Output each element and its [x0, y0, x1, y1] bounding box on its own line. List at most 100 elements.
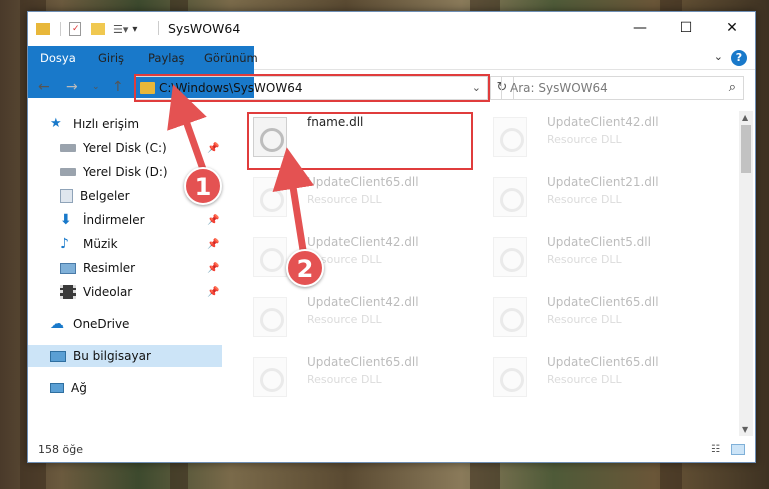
search-icon: ⌕ [728, 80, 736, 95]
file-name: UpdateClient65.dll [547, 355, 659, 369]
file-name: UpdateClient42.dll [307, 295, 419, 309]
file-type: Resource DLL [547, 313, 622, 326]
pin-icon: 📌 [207, 262, 220, 274]
sidebar-item-quick-access[interactable]: ★ Hızlı erişim [28, 113, 222, 135]
file-item[interactable]: UpdateClient42.dll Resource DLL [247, 291, 473, 343]
sidebar-item-label: Ağ [71, 381, 87, 395]
details-view-icon[interactable]: ☷ [711, 444, 725, 455]
sidebar-item-label: Yerel Disk (C:) [83, 141, 167, 155]
dll-file-icon [253, 177, 287, 217]
title-separator [158, 21, 159, 35]
search-box[interactable]: Ara: SysWOW64 ⌕ [501, 76, 744, 100]
drive-icon [60, 168, 76, 176]
window-title: SysWOW64 [168, 21, 241, 36]
sidebar-item-label: Yerel Disk (D:) [83, 165, 168, 179]
sidebar-item-downloads[interactable]: ⬇ İndirmeler 📌 [28, 209, 222, 231]
sidebar-item-local-disk-c[interactable]: Yerel Disk (C:) 📌 [28, 137, 222, 159]
file-name: UpdateClient42.dll [547, 115, 659, 129]
large-icons-view-icon[interactable] [731, 444, 745, 455]
separator [60, 22, 61, 36]
search-placeholder: Ara: SysWOW64 [510, 81, 608, 95]
file-name: UpdateClient65.dll [547, 295, 659, 309]
file-item[interactable]: UpdateClient42.dll Resource DLL [247, 231, 473, 283]
maximize-button[interactable]: ☐ [663, 12, 709, 44]
dll-file-icon [253, 357, 287, 397]
sidebar-item-pictures[interactable]: Resimler 📌 [28, 257, 222, 279]
dll-file-icon [493, 177, 527, 217]
music-icon: ♪ [60, 236, 69, 252]
sidebar-item-label: Belgeler [80, 189, 130, 203]
dll-file-icon [253, 237, 287, 277]
file-item[interactable]: UpdateClient65.dll Resource DLL [247, 171, 473, 223]
recent-locations-icon[interactable]: ⌄ [92, 82, 100, 92]
dll-file-icon [493, 297, 527, 337]
file-name: UpdateClient65.dll [307, 355, 419, 369]
quick-access-toolbar: ✓ ☰▾ ▾ [36, 21, 137, 37]
status-bar: 158 öğe ☷ [28, 438, 755, 462]
new-folder-icon[interactable] [91, 23, 105, 35]
up-arrow-icon[interactable]: ↑ [112, 79, 124, 95]
explorer-window: ✓ ☰▾ ▾ SysWOW64 — ☐ ✕ Dosya Giriş Paylaş… [27, 11, 756, 463]
file-type: Resource DLL [547, 133, 622, 146]
close-button[interactable]: ✕ [709, 12, 755, 44]
vertical-scrollbar[interactable]: ▲ ▼ [739, 111, 753, 436]
view-options-icon[interactable]: ☰▾ [113, 23, 128, 36]
file-type: Resource DLL [547, 193, 622, 206]
address-highlight-box [134, 74, 490, 102]
pictures-icon [60, 262, 76, 274]
step-badge-1: 1 [184, 167, 222, 205]
file-item[interactable]: UpdateClient42.dll Resource DLL [487, 111, 713, 163]
ribbon-expand-icon[interactable]: ⌄ [714, 50, 723, 63]
pin-icon: 📌 [207, 238, 220, 250]
file-type: Resource DLL [547, 373, 622, 386]
tab-share[interactable]: Paylaş [136, 46, 197, 70]
file-item[interactable]: UpdateClient65.dll Resource DLL [247, 351, 473, 403]
sidebar-item-this-pc[interactable]: Bu bilgisayar [28, 345, 222, 367]
video-icon [60, 285, 76, 299]
file-item[interactable]: UpdateClient65.dll Resource DLL [487, 291, 713, 343]
file-name: UpdateClient65.dll [307, 175, 419, 189]
dll-file-icon [493, 117, 527, 157]
folder-icon [36, 23, 50, 35]
sidebar-item-music[interactable]: ♪ Müzik 📌 [28, 233, 222, 255]
file-item[interactable]: UpdateClient65.dll Resource DLL [487, 351, 713, 403]
help-button[interactable]: ? [731, 50, 747, 66]
file-type: Resource DLL [307, 313, 382, 326]
scroll-down-icon[interactable]: ▼ [742, 425, 748, 434]
properties-icon[interactable]: ✓ [69, 22, 81, 36]
scroll-up-icon[interactable]: ▲ [742, 113, 748, 122]
file-type: Resource DLL [547, 253, 622, 266]
tab-home[interactable]: Giriş [86, 46, 136, 70]
star-icon: ★ [50, 116, 62, 131]
ribbon-tabs: Dosya Giriş Paylaş Görünüm ⌄ ? [28, 46, 755, 98]
file-highlight-box [247, 112, 473, 170]
forward-arrow-icon[interactable]: → [66, 79, 78, 95]
scrollbar-thumb[interactable] [741, 125, 751, 173]
sidebar-item-label: İndirmeler [83, 213, 145, 227]
pin-icon: 📌 [207, 286, 220, 298]
tab-view[interactable]: Görünüm [192, 46, 270, 70]
sidebar-item-label: Hızlı erişim [73, 117, 140, 131]
download-icon: ⬇ [60, 212, 72, 228]
sidebar-item-label: Bu bilgisayar [73, 349, 151, 363]
sidebar-item-label: Resimler [83, 261, 136, 275]
pin-icon: 📌 [207, 214, 220, 226]
navigation-pane: ★ Hızlı erişim Yerel Disk (C:) 📌 Yerel D… [28, 111, 223, 436]
dll-file-icon [493, 357, 527, 397]
dll-file-icon [493, 237, 527, 277]
sidebar-item-videos[interactable]: Videolar 📌 [28, 281, 222, 303]
minimize-button[interactable]: — [617, 12, 663, 44]
customize-toolbar-icon[interactable]: ▾ [132, 24, 137, 35]
file-item[interactable]: UpdateClient5.dll Resource DLL [487, 231, 713, 283]
sidebar-item-network[interactable]: Ağ [28, 377, 222, 399]
file-name: UpdateClient42.dll [307, 235, 419, 249]
back-arrow-icon[interactable]: ← [38, 79, 50, 95]
file-item[interactable]: UpdateClient21.dll Resource DLL [487, 171, 713, 223]
documents-icon [60, 189, 73, 203]
sidebar-item-onedrive[interactable]: ☁ OneDrive [28, 313, 222, 335]
file-type: Resource DLL [307, 193, 382, 206]
item-count: 158 öğe [38, 443, 83, 456]
computer-icon [50, 350, 66, 362]
sidebar-item-label: OneDrive [73, 317, 130, 331]
network-icon [50, 383, 64, 393]
